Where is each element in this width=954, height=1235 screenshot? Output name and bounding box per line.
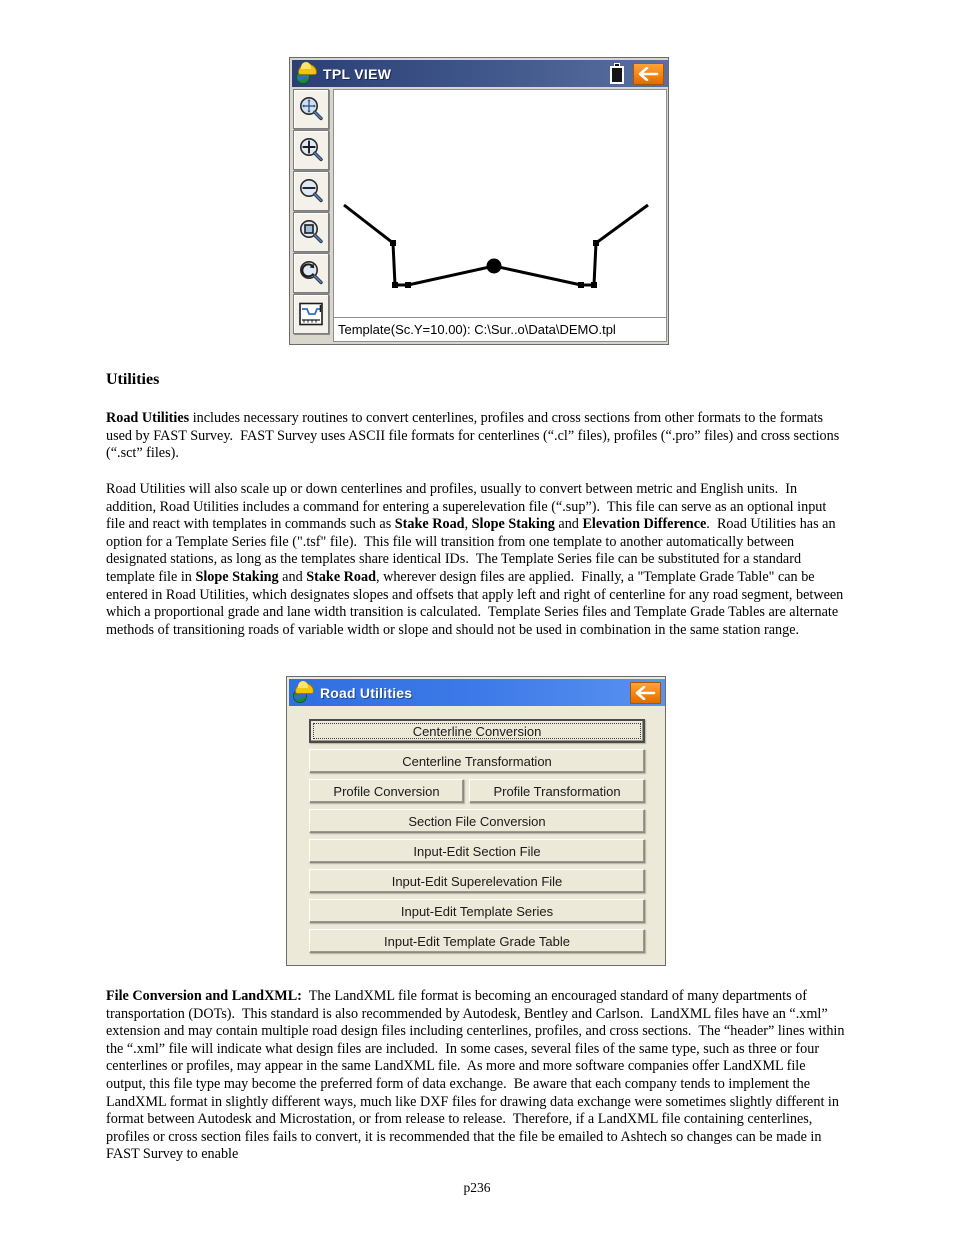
road-utilities-title: Road Utilities (320, 684, 413, 701)
road-utilities-titlebar: Road Utilities (289, 679, 665, 706)
button-row: Centerline Conversion (309, 719, 645, 743)
button-row: Input-Edit Section File (309, 839, 645, 863)
paragraph-road-utilities-intro: Road Utilities includes necessary routin… (106, 410, 840, 462)
hardhat-globe-icon (295, 61, 319, 85)
profile-conversion-button[interactable]: Profile Conversion (309, 779, 465, 803)
tpl-view-status-bar: Template(Sc.Y=10.00): C:\Sur..o\Data\DEM… (333, 317, 667, 342)
button-row: Profile Conversion Profile Transformatio… (309, 779, 646, 803)
button-row: Section File Conversion (309, 809, 645, 833)
tpl-view-title: TPL VIEW (323, 65, 392, 82)
centerline-conversion-button[interactable]: Centerline Conversion (309, 719, 645, 743)
zoom-previous-tool[interactable] (293, 253, 329, 293)
tpl-view-window: TPL VIEW Template(Sc.Y=10.00): C:\Sur..o… (289, 57, 669, 345)
input-edit-superelevation-file-button[interactable]: Input-Edit Superelevation File (309, 869, 645, 893)
zoom-out-tool[interactable] (293, 171, 329, 211)
page-footer: p236 (463, 1180, 491, 1195)
zoom-pan-tool[interactable] (293, 89, 329, 129)
paragraph-file-conversion-landxml: File Conversion and LandXML: The LandXML… (106, 988, 845, 1163)
battery-icon (610, 63, 624, 84)
road-utilities-back-button[interactable] (630, 681, 661, 704)
paragraph-road-utilities-details: Road Utilities will also scale up or dow… (106, 481, 844, 638)
input-edit-template-series-button[interactable]: Input-Edit Template Series (309, 899, 645, 923)
road-utilities-window: Road Utilities Centerline Conversion Cen… (286, 676, 666, 966)
tpl-view-canvas[interactable] (333, 89, 667, 336)
profile-transformation-button[interactable]: Profile Transformation (469, 779, 646, 803)
zoom-in-tool[interactable] (293, 130, 329, 170)
centerline-transformation-button[interactable]: Centerline Transformation (309, 749, 645, 773)
button-row: Input-Edit Template Grade Table (309, 929, 645, 953)
road-utilities-button-list: Centerline Conversion Centerline Transfo… (289, 707, 665, 963)
zoom-window-tool[interactable] (293, 212, 329, 252)
page-heading: Utilities (106, 371, 160, 388)
button-row: Input-Edit Superelevation File (309, 869, 645, 893)
section-view-tool[interactable] (293, 294, 329, 334)
button-row: Input-Edit Template Series (309, 899, 645, 923)
cross-section-drawing (343, 203, 649, 288)
tpl-view-toolbar (292, 88, 332, 344)
tpl-view-titlebar: TPL VIEW (292, 60, 668, 87)
tpl-view-back-button[interactable] (633, 62, 664, 85)
hardhat-globe-icon (292, 680, 316, 704)
input-edit-template-grade-table-button[interactable]: Input-Edit Template Grade Table (309, 929, 645, 953)
input-edit-section-file-button[interactable]: Input-Edit Section File (309, 839, 645, 863)
section-file-conversion-button[interactable]: Section File Conversion (309, 809, 645, 833)
button-row: Centerline Transformation (309, 749, 645, 773)
